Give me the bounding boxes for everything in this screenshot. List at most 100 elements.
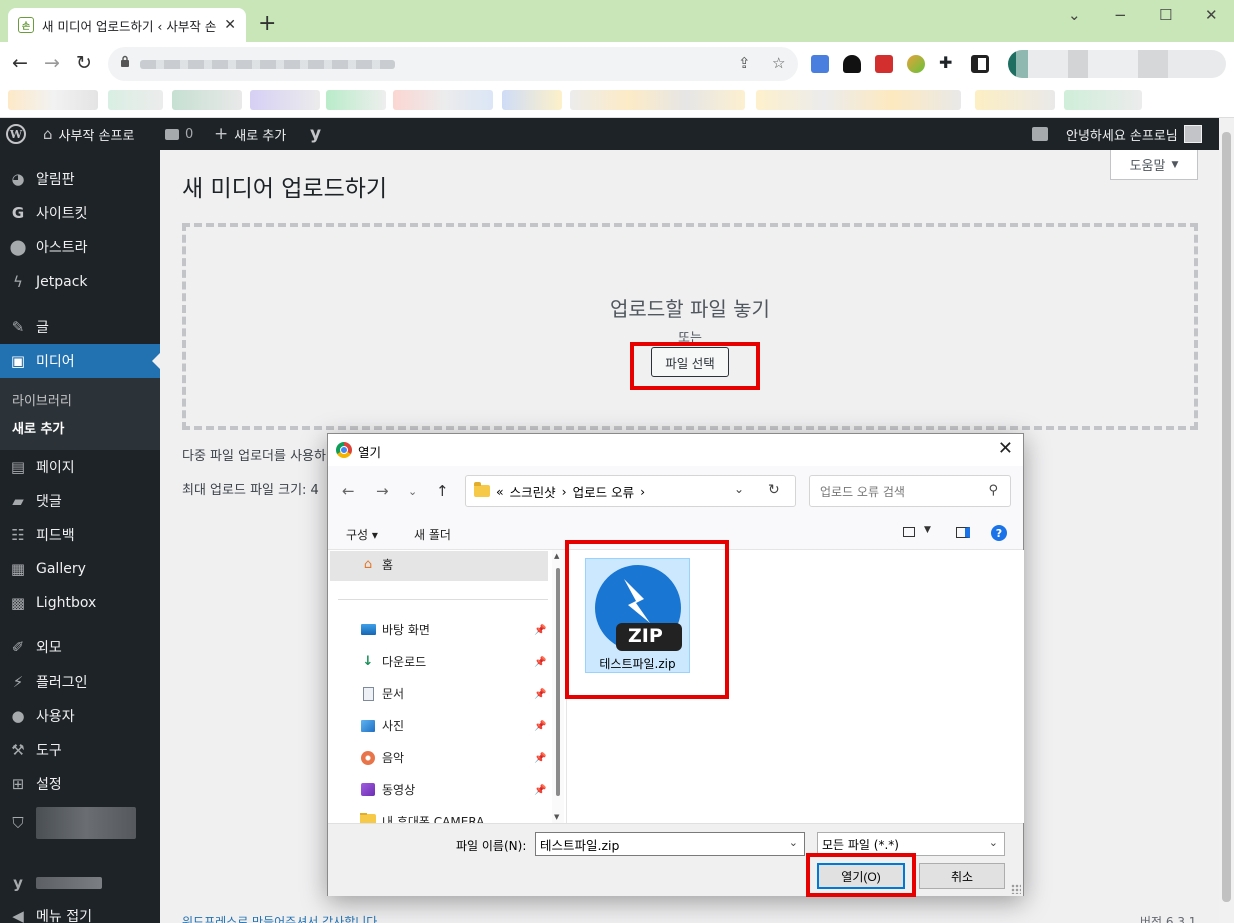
nav-item-home-label[interactable]: ⌂ 홈 [360,556,393,573]
path-breadcrumb[interactable]: « 스크린샷 › 업로드 오류 › ⌄ ↻ [465,475,796,507]
sidebar-item-appearance[interactable]: ✐ 외모 [0,630,160,664]
chevron-down-icon[interactable]: ⌄ [989,836,998,849]
bookmark-item[interactable] [756,90,961,110]
submenu-library[interactable]: 라이브러리 [12,390,72,409]
pdf-extension-icon[interactable] [875,55,893,73]
pin-icon[interactable]: 📌 [534,785,546,796]
address-dropdown-icon[interactable]: ⌄ [734,482,744,496]
pin-icon[interactable]: 📌 [534,753,546,764]
bookmark-item[interactable] [8,90,98,110]
window-minimize-button[interactable]: − [1114,6,1127,24]
sidebar-item-media[interactable]: ▣ 미디어 [0,344,160,378]
sidebar-item-sitekit[interactable]: G 사이트킷 [0,196,160,230]
breadcrumb-upload-error[interactable]: 업로드 오류 [573,482,634,501]
tab-search-chevron-icon[interactable]: ⌄ [1068,6,1081,24]
bookmark-star-icon[interactable]: ☆ [772,54,785,72]
nav-item-pictures[interactable]: 사진 [360,717,404,734]
comments-menu[interactable]: 0 [165,118,193,150]
sidebar-item-plugins[interactable]: ⚡ 플러그인 [0,665,160,699]
sidepanel-icon[interactable] [971,55,989,73]
bookmark-item[interactable] [570,90,745,110]
preview-pane-icon[interactable] [956,527,970,538]
sidebar-item-astra[interactable]: ⬤ 아스트라 [0,230,160,264]
bookmark-item[interactable] [393,90,493,110]
bookmark-item[interactable] [172,90,242,110]
pin-icon[interactable]: 📌 [534,625,546,636]
bookmark-item[interactable] [502,90,562,110]
help-icon[interactable]: ? [991,525,1007,541]
sidebar-item-posts[interactable]: ✎ 글 [0,310,160,344]
page-scroll-thumb[interactable] [1222,132,1231,902]
view-options-icon[interactable] [903,527,915,537]
window-maximize-button[interactable]: ☐ [1159,6,1172,24]
submenu-add-new[interactable]: 새로 추가 [12,418,64,437]
scroll-up-icon[interactable]: ▲ [554,552,559,560]
nav-item-music[interactable]: 음악 [360,749,404,766]
organize-menu[interactable]: 구성 ▾ [346,526,378,543]
sidebar-item-pages[interactable]: ▤ 페이지 [0,450,160,484]
resize-grip-icon[interactable] [1011,884,1021,894]
page-scrollbar[interactable] [1219,118,1234,923]
breadcrumb-separator[interactable]: › [640,484,645,499]
new-tab-button[interactable]: + [258,12,276,36]
nav-item-downloads[interactable]: ↓ 다운로드 [360,653,427,670]
nav-scroll-thumb[interactable] [556,568,560,796]
sidebar-item-settings[interactable]: ⊞ 설정 [0,767,160,801]
sidebar-item-feedback[interactable]: ☷ 피드백 [0,518,160,552]
bookmark-item[interactable] [1064,90,1142,110]
sidebar-item-yoast-blurred[interactable]: y [0,866,160,900]
scroll-down-icon[interactable]: ▼ [554,813,559,821]
tab-close-icon[interactable]: ✕ [224,17,236,33]
bookmark-item[interactable] [326,90,386,110]
back-arrow-icon[interactable]: ← [342,482,355,500]
filename-input[interactable]: 테스트파일.zip ⌄ [535,832,805,856]
breadcrumb-screenshots[interactable]: 스크린샷 [510,482,556,501]
forward-arrow-icon[interactable]: → [376,482,389,500]
view-dropdown-icon[interactable]: ▼ [924,525,931,535]
sidebar-item-users[interactable]: ● 사용자 [0,699,160,733]
wp-logo-menu[interactable]: W [6,118,26,150]
sidebar-item-lightbox[interactable]: ▩ Lightbox [0,586,160,620]
sidebar-item-gallery[interactable]: ▦ Gallery [0,552,160,586]
nav-item-documents[interactable]: 문서 [360,685,404,702]
nav-item-desktop[interactable]: 바탕 화면 [360,621,430,638]
breadcrumb-separator[interactable]: › [562,484,567,499]
pin-icon[interactable]: 📌 [534,657,546,668]
recent-locations-chevron-icon[interactable]: ⌄ [408,485,417,498]
address-bar[interactable]: ⇪ ☆ [108,47,798,81]
plant-extension-icon[interactable] [907,55,925,73]
pin-icon[interactable]: 📌 [534,721,546,732]
forward-arrow-icon[interactable]: → [44,52,60,74]
sidebar-item-collapse[interactable]: ◀ 메뉴 접기 [0,899,160,923]
yoast-menu[interactable]: y [310,118,321,150]
footer-thanks[interactable]: 워드프레스로 만들어주셔서 감사합니다 [182,913,377,923]
cancel-button[interactable]: 취소 [919,863,1005,889]
up-arrow-icon[interactable]: ↑ [436,482,449,500]
upload-drop-zone[interactable]: 업로드할 파일 놓기 또는 파일 선택 [182,223,1198,430]
nav-item-phone-camera[interactable]: 내 휴대폰 CAMERA [360,813,484,823]
sidebar-item-jetpack[interactable]: ϟ Jetpack [0,265,160,299]
breadcrumb-overflow[interactable]: « [496,484,504,499]
download-extension-icon[interactable] [843,55,861,73]
notification-menu[interactable] [1032,118,1048,150]
browser-tab[interactable]: 손 새 미디어 업로드하기 ‹ 사부작 손 ✕ [8,8,246,42]
profile-area-blurred[interactable] [1008,50,1226,78]
new-folder-button[interactable]: 새 폴더 [414,526,451,543]
sidebar-item-tools[interactable]: ⚒ 도구 [0,733,160,767]
sidebar-item-security-blurred[interactable]: ⛉ [0,806,160,840]
sidebar-item-comments[interactable]: ▰ 댓글 [0,484,160,518]
puzzle-extensions-icon[interactable]: ✚ [939,53,957,72]
new-content-menu[interactable]: + 새로 추가 [214,118,286,150]
share-icon[interactable]: ⇪ [738,54,751,72]
pin-icon[interactable]: 📌 [534,689,546,700]
reload-icon[interactable]: ↻ [76,52,92,74]
back-arrow-icon[interactable]: ← [12,52,28,74]
site-name-menu[interactable]: ⌂ 사부작 손프로 [43,118,134,150]
folder-search-input[interactable]: 업로드 오류 검색 ⚲ [809,475,1011,507]
refresh-icon[interactable]: ↻ [768,482,780,498]
chevron-down-icon[interactable]: ⌄ [789,836,798,849]
translate-extension-icon[interactable] [811,55,829,73]
window-close-button[interactable]: ✕ [1205,6,1218,24]
bookmark-item[interactable] [108,90,163,110]
nav-pane-scrollbar[interactable]: ▲ ▼ [552,550,564,823]
